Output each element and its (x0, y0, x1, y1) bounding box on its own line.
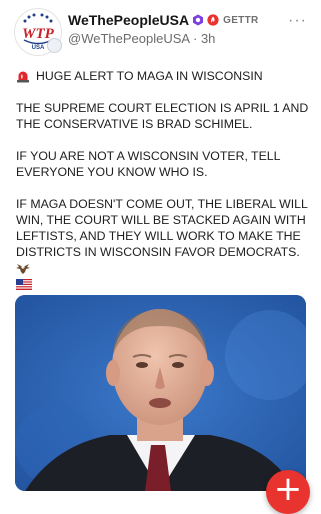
alert-text: HUGE ALERT TO MAGA IN WISCONSIN (36, 69, 263, 83)
svg-text:USA: USA (32, 45, 45, 51)
paragraph-1: HUGE ALERT TO MAGA IN WISCONSIN (16, 68, 310, 84)
purple-badge-icon (193, 14, 204, 26)
more-options-button[interactable]: ··· (288, 12, 307, 30)
paragraph-4-text: IF MAGA DOESN'T COME OUT, THE LIBERAL WI… (16, 197, 308, 259)
separator: · (192, 31, 198, 46)
man-portrait-photo (15, 295, 306, 491)
handle-line: @WeThePeopleUSA · 3h (68, 31, 215, 46)
compose-button[interactable]: + (266, 470, 310, 514)
display-name[interactable]: WeThePeopleUSA (68, 12, 189, 28)
post-time: 3h (200, 31, 216, 46)
post-body: HUGE ALERT TO MAGA IN WISCONSIN THE SUPR… (16, 68, 310, 292)
flag-badge-icon (47, 38, 62, 53)
post-image[interactable] (15, 295, 306, 491)
plus-icon: + (273, 469, 303, 509)
paragraph-4: IF MAGA DOESN'T COME OUT, THE LIBERAL WI… (16, 196, 310, 292)
name-line: WeThePeopleUSA GETTR (68, 12, 259, 28)
platform-label: GETTR (223, 14, 259, 26)
us-flag-icon (16, 279, 32, 291)
eagle-icon (16, 263, 30, 274)
paragraph-3: IF YOU ARE NOT A WISCONSIN VOTER, TELL E… (16, 149, 280, 179)
paragraph-2: THE SUPREME COURT ELECTION IS APRIL 1 AN… (16, 101, 309, 131)
author-handle[interactable]: @WeThePeopleUSA (68, 31, 189, 46)
post-header: WTP USA WeThePeopleUSA GETTR @WeThePeopl… (0, 0, 321, 60)
police-light-icon (17, 71, 29, 83)
gettr-flame-icon (207, 14, 219, 26)
